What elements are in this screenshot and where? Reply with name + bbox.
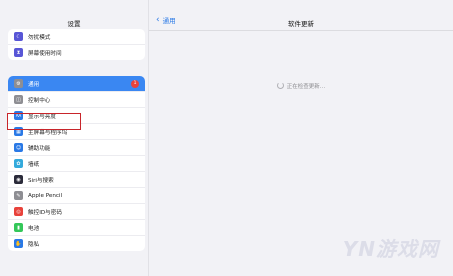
sidebar-item-label: 电池 xyxy=(28,225,40,232)
accessibility-icon: ☺ xyxy=(14,143,23,152)
sidebar-item-screen-time[interactable]: ⧗ 屏幕使用时间 xyxy=(8,45,145,60)
sidebar-item-siri-search[interactable]: ◉ Siri与搜索 xyxy=(8,172,145,188)
siri-icon: ◉ xyxy=(14,175,23,184)
watermark: YN游戏网 xyxy=(342,237,439,261)
sidebar-item-label: Apple Pencil xyxy=(28,192,63,199)
page-title: 软件更新 xyxy=(288,20,314,28)
nav-divider xyxy=(149,30,453,31)
sidebar-item-label: 隐私 xyxy=(28,241,40,248)
settings-sidebar: 设置 ☾ 勿扰模式 ⧗ 屏幕使用时间 ⚙ 通用 1 ◫ 控制中心 AA 显示与亮… xyxy=(0,0,149,276)
sidebar-item-label: 勿扰模式 xyxy=(28,34,51,41)
sidebar-item-label: 辅助功能 xyxy=(28,145,51,152)
detail-pane: ‹ 通用 软件更新 正在检查更新… YN游戏网 xyxy=(149,0,453,276)
sidebar-item-general[interactable]: ⚙ 通用 1 xyxy=(8,76,145,92)
moon-icon: ☾ xyxy=(14,32,23,41)
loading-spinner-icon xyxy=(276,82,284,89)
hourglass-icon: ⧗ xyxy=(14,48,23,57)
battery-icon: ▮ xyxy=(14,223,23,232)
sidebar-item-label: Siri与搜索 xyxy=(28,177,54,184)
sidebar-item-do-not-disturb[interactable]: ☾ 勿扰模式 xyxy=(8,29,145,45)
sidebar-item-battery[interactable]: ▮ 电池 xyxy=(8,220,145,236)
notification-badge: 1 xyxy=(131,79,139,88)
fingerprint-icon: ◎ xyxy=(14,207,23,216)
sidebar-item-touch-id-passcode[interactable]: ◎ 触控ID与密码 xyxy=(8,204,145,220)
pencil-icon: ✎ xyxy=(14,191,23,200)
sidebar-item-label: 屏幕使用时间 xyxy=(28,50,62,57)
update-status-text: 正在检查更新… xyxy=(286,84,326,90)
wallpaper-icon: ✿ xyxy=(14,159,23,168)
annotation-highlight-box xyxy=(7,113,81,130)
control-center-icon: ◫ xyxy=(14,95,23,104)
hand-icon: ✋ xyxy=(14,239,23,248)
sidebar-item-label: 控制中心 xyxy=(28,97,51,104)
sidebar-item-privacy[interactable]: ✋ 隐私 xyxy=(8,236,145,251)
sidebar-item-label: 通用 xyxy=(28,81,40,88)
sidebar-title: 设置 xyxy=(67,20,81,28)
sidebar-item-label: 墙纸 xyxy=(28,161,40,168)
update-status: 正在检查更新… xyxy=(149,82,453,90)
sidebar-item-label: 触控ID与密码 xyxy=(28,209,62,216)
gear-icon: ⚙ xyxy=(14,79,23,88)
sidebar-item-wallpaper[interactable]: ✿ 墙纸 xyxy=(8,156,145,172)
sidebar-group-focus: ☾ 勿扰模式 ⧗ 屏幕使用时间 xyxy=(8,29,145,60)
sidebar-item-control-center[interactable]: ◫ 控制中心 xyxy=(8,92,145,108)
sidebar-item-accessibility[interactable]: ☺ 辅助功能 xyxy=(8,140,145,156)
sidebar-item-apple-pencil[interactable]: ✎ Apple Pencil xyxy=(8,188,145,204)
sidebar-group-main: ⚙ 通用 1 ◫ 控制中心 AA 显示与亮度 ▦ 主屏幕与程序坞 ☺ 辅助功能 … xyxy=(8,76,145,251)
